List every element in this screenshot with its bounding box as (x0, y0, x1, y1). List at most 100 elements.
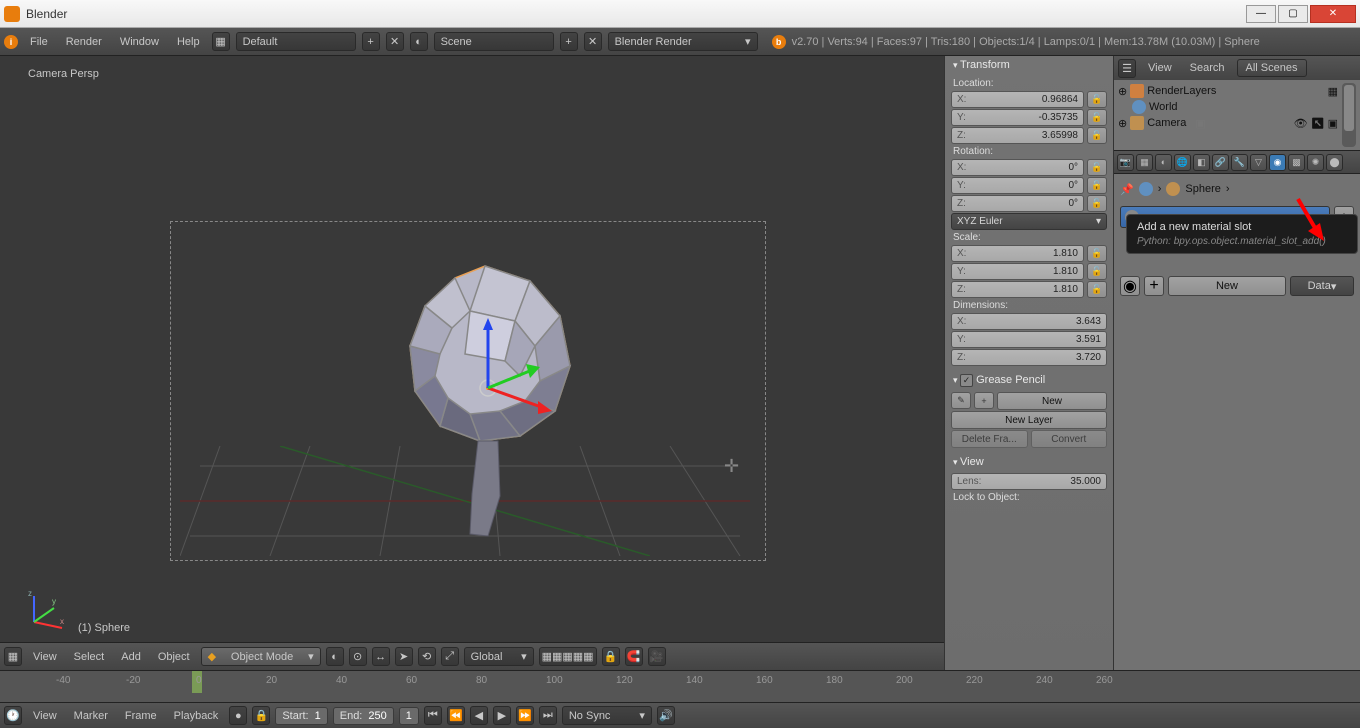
minimize-button[interactable]: — (1246, 5, 1276, 23)
rotate-icon[interactable]: ⟲ (418, 647, 436, 666)
lock-icon[interactable]: 🔒 (602, 647, 620, 666)
menu-help[interactable]: Help (171, 34, 206, 50)
tab-object-icon[interactable]: ◧ (1193, 154, 1210, 171)
close-button[interactable]: ✕ (1310, 5, 1356, 23)
editor-type-icon[interactable]: i (4, 35, 18, 49)
menu-add[interactable]: Add (115, 649, 147, 665)
timeline-menu-view[interactable]: View (27, 708, 63, 724)
rotation-z-field[interactable]: Z:0° (951, 195, 1084, 212)
menu-view[interactable]: View (27, 649, 63, 665)
tab-modifiers-icon[interactable]: 🔧 (1231, 154, 1248, 171)
3d-viewport[interactable]: Camera Persp (0, 56, 944, 670)
layers-icon[interactable]: ▦▦▦▦▦ (539, 647, 597, 666)
tab-data-icon[interactable]: ▽ (1250, 154, 1267, 171)
menu-object[interactable]: Object (152, 649, 196, 665)
grease-new-button[interactable]: New (997, 392, 1107, 410)
start-frame-field[interactable]: Start:1 (275, 707, 327, 725)
render-icon[interactable]: 🎥 (648, 647, 666, 666)
sync-dropdown[interactable]: No Sync▾ (562, 706, 652, 725)
autokey-icon[interactable]: ● (229, 706, 247, 725)
lock-icon[interactable]: 🔒 (252, 706, 270, 725)
tab-physics-icon[interactable]: ⬤ (1326, 154, 1343, 171)
material-link-dropdown[interactable]: Data ▾ (1290, 276, 1354, 296)
outliner-item-renderlayers[interactable]: ⊕RenderLayers▦ (1118, 83, 1338, 99)
outliner-menu-search[interactable]: Search (1184, 60, 1231, 76)
prev-key-icon[interactable]: ⏪ (447, 706, 465, 725)
timeline-editor-icon[interactable]: 🕐 (4, 706, 22, 725)
tab-renderlayers-icon[interactable]: ▦ (1136, 154, 1153, 171)
lock-sz-icon[interactable]: 🔓 (1087, 281, 1107, 298)
current-frame-field[interactable]: 1 (399, 707, 419, 725)
rotation-y-field[interactable]: Y:0° (951, 177, 1084, 194)
menu-render[interactable]: Render (60, 34, 108, 50)
outliner-editor-icon[interactable]: ☰ (1118, 59, 1136, 78)
play-reverse-icon[interactable]: ◀ (470, 706, 488, 725)
dim-z-field[interactable]: Z:3.720 (951, 349, 1107, 366)
grease-add-icon[interactable]: + (974, 392, 994, 409)
lock-y-icon[interactable]: 🔓 (1087, 109, 1107, 126)
outliner-menu-view[interactable]: View (1142, 60, 1178, 76)
location-z-field[interactable]: Z:3.65998 (951, 127, 1084, 144)
timeline-menu-playback[interactable]: Playback (168, 708, 225, 724)
layout-add-button[interactable]: + (362, 32, 380, 51)
audio-icon[interactable]: 🔊 (657, 706, 675, 725)
timeline-ruler[interactable]: -40 -20 0 20 40 60 80 100 120 140 160 18… (0, 671, 1360, 702)
outliner-display-dropdown[interactable]: All Scenes (1237, 59, 1307, 77)
breadcrumb-object[interactable]: Sphere (1185, 183, 1220, 195)
grease-pencil-icon[interactable]: ✎ (951, 392, 971, 409)
scene-add-button[interactable]: + (560, 32, 578, 51)
outliner-scrollbar[interactable] (1342, 83, 1356, 147)
menu-select[interactable]: Select (68, 649, 111, 665)
rotation-x-field[interactable]: X:0° (951, 159, 1084, 176)
maximize-button[interactable]: ▢ (1278, 5, 1308, 23)
lock-rz-icon[interactable]: 🔓 (1087, 195, 1107, 212)
tab-scene-icon[interactable]: ◐ (1155, 154, 1172, 171)
grease-panel-header[interactable]: ✓ Grease Pencil (945, 371, 1113, 390)
grease-newlayer-button[interactable]: New Layer (951, 411, 1107, 429)
outliner-item-camera[interactable]: ⊕Camera▣👁 ↖ ▣ (1118, 115, 1338, 131)
lock-z-icon[interactable]: 🔓 (1087, 127, 1107, 144)
scale-icon[interactable]: ⤢ (441, 647, 459, 666)
tab-texture-icon[interactable]: ▩ (1288, 154, 1305, 171)
layout-remove-button[interactable]: ✕ (386, 32, 404, 51)
jump-end-icon[interactable]: ⏭ (539, 706, 557, 725)
tab-world-icon[interactable]: 🌐 (1174, 154, 1191, 171)
lock-sy-icon[interactable]: 🔓 (1087, 263, 1107, 280)
view-panel-header[interactable]: View (945, 453, 1113, 471)
menu-window[interactable]: Window (114, 34, 165, 50)
play-icon[interactable]: ▶ (493, 706, 511, 725)
scene-browse-icon[interactable]: ◐ (410, 32, 428, 51)
editor-type-icon[interactable]: ▦ (4, 647, 22, 666)
timeline-menu-marker[interactable]: Marker (68, 708, 114, 724)
render-engine-dropdown[interactable]: Blender Render▾ (608, 32, 758, 51)
scale-x-field[interactable]: X:1.810 (951, 245, 1084, 262)
material-add-icon[interactable]: + (1144, 276, 1164, 296)
transform-gizmo[interactable] (440, 306, 560, 426)
lock-ry-icon[interactable]: 🔓 (1087, 177, 1107, 194)
tab-material-icon[interactable]: ◉ (1269, 154, 1286, 171)
scale-z-field[interactable]: Z:1.810 (951, 281, 1084, 298)
menu-file[interactable]: File (24, 34, 54, 50)
jump-start-icon[interactable]: ⏮ (424, 706, 442, 725)
tab-constraints-icon[interactable]: 🔗 (1212, 154, 1229, 171)
scale-y-field[interactable]: Y:1.810 (951, 263, 1084, 280)
tab-particles-icon[interactable]: ✺ (1307, 154, 1324, 171)
location-x-field[interactable]: X:0.96864 (951, 91, 1084, 108)
layout-browse-icon[interactable]: ▦ (212, 32, 230, 51)
lock-sx-icon[interactable]: 🔓 (1087, 245, 1107, 262)
lock-x-icon[interactable]: 🔓 (1087, 91, 1107, 108)
new-material-button[interactable]: New (1168, 276, 1286, 296)
transform-panel-header[interactable]: Transform (945, 56, 1113, 74)
dim-x-field[interactable]: X:3.643 (951, 313, 1107, 330)
rotation-mode-dropdown[interactable]: XYZ Euler▾ (951, 213, 1107, 230)
pin-icon[interactable]: 📌 (1120, 183, 1134, 196)
scene-remove-button[interactable]: ✕ (584, 32, 602, 51)
end-frame-field[interactable]: End:250 (333, 707, 394, 725)
snap-icon[interactable]: 🧲 (625, 647, 643, 666)
mode-dropdown[interactable]: ◆Object Mode▾ (201, 647, 321, 666)
shading-icon[interactable]: ◐ (326, 647, 344, 666)
lens-field[interactable]: Lens:35.000 (951, 473, 1107, 490)
material-browse-icon[interactable]: ◉ (1120, 276, 1140, 296)
dim-y-field[interactable]: Y:3.591 (951, 331, 1107, 348)
lock-rx-icon[interactable]: 🔓 (1087, 159, 1107, 176)
